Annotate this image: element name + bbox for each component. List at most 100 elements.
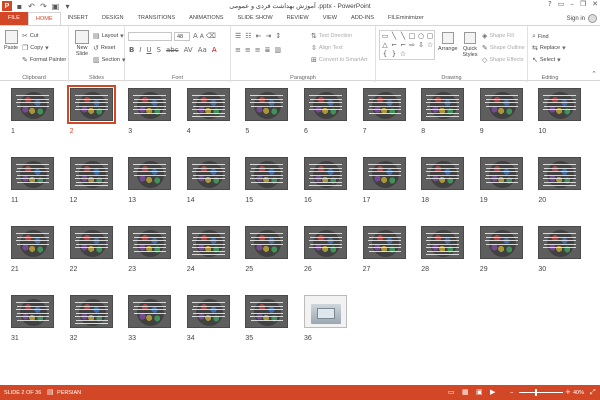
language-indicator[interactable]: PERSIAN	[57, 390, 81, 396]
zoom-slider[interactable]	[519, 392, 563, 393]
slide-thumbnail[interactable]	[128, 226, 172, 259]
zoom-out-icon[interactable]: –	[510, 388, 514, 396]
slide-thumbnail[interactable]	[304, 157, 347, 190]
elbow-connector-icon[interactable]: ⌐	[399, 41, 407, 49]
shrink-font-icon[interactable]: A	[200, 33, 204, 40]
align-center-icon[interactable]: ≡	[245, 46, 251, 54]
char-spacing-icon[interactable]: AV	[184, 46, 193, 54]
align-left-icon[interactable]: ≡	[235, 46, 241, 54]
format-painter-button[interactable]: ✎ Format Painter	[22, 56, 66, 64]
tab-design[interactable]: DESIGN	[95, 12, 130, 25]
slide-thumbnail[interactable]	[362, 157, 406, 190]
layout-button[interactable]: ▤ Layout ▾	[93, 32, 124, 40]
slide-thumbnail[interactable]	[421, 88, 465, 121]
reading-view-icon[interactable]: ▣	[476, 388, 483, 396]
slide-thumbnail[interactable]	[69, 157, 113, 190]
slide-thumbnail[interactable]	[304, 88, 347, 121]
slide-thumbnail[interactable]	[245, 295, 289, 328]
fit-slide-icon[interactable]: ⤢	[590, 388, 596, 397]
sign-in-link[interactable]: Sign in	[567, 16, 585, 22]
slideshow-view-icon[interactable]: ▶	[490, 388, 495, 396]
paste-button[interactable]: Paste	[4, 30, 18, 51]
line-spacing-icon[interactable]: ↕	[275, 32, 281, 40]
tab-view[interactable]: VIEW	[316, 12, 344, 25]
slide-thumbnail[interactable]	[11, 157, 54, 190]
minimize-icon[interactable]: –	[570, 0, 574, 8]
font-name-combo[interactable]	[128, 32, 172, 41]
shape-outline-button[interactable]: ✎ Shape Outline	[482, 44, 525, 52]
slide-thumbnail[interactable]	[69, 226, 113, 259]
slide-thumbnail[interactable]	[304, 295, 347, 328]
avatar[interactable]	[588, 14, 597, 23]
slide-thumbnail[interactable]	[69, 295, 113, 328]
slide-thumbnail[interactable]	[128, 157, 172, 190]
change-case-icon[interactable]: Aa	[198, 46, 207, 54]
zoom-level[interactable]: 40%	[573, 390, 584, 396]
new-slide-button[interactable]: New Slide	[73, 30, 91, 57]
shapes-gallery[interactable]: ▭ ╲ ╲ □ ○ ▢ △ ⌐ ⌐ ⇨ ⇩ ☆ { } ☆	[379, 30, 435, 60]
select-button[interactable]: ↖ Select ▾	[532, 56, 561, 64]
grow-font-icon[interactable]: A	[193, 32, 198, 40]
decrease-indent-icon[interactable]: ⇤	[256, 32, 262, 40]
slide-thumbnail[interactable]	[245, 226, 289, 259]
restore-icon[interactable]: ❐	[580, 0, 586, 8]
replace-button[interactable]: ⇆ Replace ▾	[532, 44, 566, 52]
slide-thumbnail[interactable]	[11, 88, 54, 121]
slide-thumbnail[interactable]	[479, 88, 523, 121]
normal-view-icon[interactable]: ▭	[448, 388, 455, 396]
close-icon[interactable]: ✕	[592, 0, 598, 8]
reset-button[interactable]: ↺ Reset	[93, 44, 115, 52]
slide-thumbnail[interactable]	[362, 88, 406, 121]
slide-thumbnail[interactable]	[128, 88, 172, 121]
clear-formatting-icon[interactable]: ⌫	[206, 32, 216, 40]
right-arrow-shape-icon[interactable]: ⇨	[408, 41, 416, 49]
bullets-icon[interactable]: ☰	[235, 32, 241, 40]
rounded-rect-shape-icon[interactable]: ▢	[426, 32, 434, 40]
collapse-ribbon-icon[interactable]: ⌃	[591, 70, 597, 78]
numbering-icon[interactable]: ☷	[245, 32, 251, 40]
strikethrough-icon[interactable]: abc	[166, 46, 179, 54]
brace-shape-icon[interactable]: }	[390, 50, 398, 58]
slide-thumbnail[interactable]	[304, 226, 347, 259]
brace-shape-icon[interactable]: {	[381, 50, 389, 58]
copy-button[interactable]: ❐ Copy ▾	[22, 44, 49, 52]
slide-thumbnail[interactable]	[538, 157, 582, 190]
line-shape-icon[interactable]: ╲	[390, 32, 398, 40]
underline-icon[interactable]: U	[146, 46, 151, 54]
arrange-button[interactable]: Arrange	[438, 32, 458, 52]
help-icon[interactable]: ?	[548, 0, 552, 8]
zoom-in-icon[interactable]: +	[565, 388, 571, 396]
slide-thumbnail[interactable]	[479, 226, 523, 259]
slide-thumbnail[interactable]	[538, 88, 582, 121]
line-shape-icon[interactable]: ╲	[399, 32, 407, 40]
elbow-connector-icon[interactable]: ⌐	[390, 41, 398, 49]
shape-fill-button[interactable]: ◈ Shape Fill	[482, 32, 514, 40]
star-shape-icon[interactable]: ☆	[426, 41, 434, 49]
columns-icon[interactable]: ▥	[275, 46, 282, 54]
tab-home[interactable]: HOME	[27, 12, 61, 25]
quick-styles-button[interactable]: Quick Styles	[461, 32, 479, 58]
tab-animations[interactable]: ANIMATIONS	[182, 12, 230, 25]
bold-icon[interactable]: B	[129, 46, 134, 54]
slide-thumbnail[interactable]	[186, 226, 230, 259]
slide-thumbnail[interactable]	[128, 295, 172, 328]
tab-file[interactable]: FILE	[0, 12, 28, 25]
italic-icon[interactable]: I	[139, 46, 141, 54]
convert-smartart-button[interactable]: ⊞ Convert to SmartArt	[311, 56, 367, 64]
tab-review[interactable]: REVIEW	[280, 12, 316, 25]
slide-thumbnail[interactable]	[362, 226, 406, 259]
textbox-shape-icon[interactable]: ▭	[381, 32, 389, 40]
section-button[interactable]: ▥ Section ▾	[93, 56, 126, 64]
slide-thumbnail[interactable]	[186, 295, 230, 328]
tab-add-ins[interactable]: ADD-INS	[344, 12, 381, 25]
tab-transitions[interactable]: TRANSITIONS	[130, 12, 182, 25]
slide-sorter-view-icon[interactable]: ▦	[462, 388, 469, 396]
slide-thumbnail[interactable]	[11, 226, 54, 259]
align-right-icon[interactable]: ≡	[255, 46, 261, 54]
slide-thumbnail[interactable]	[186, 88, 230, 121]
slide-thumbnail[interactable]	[11, 295, 54, 328]
justify-icon[interactable]: ≣	[265, 46, 271, 54]
rectangle-shape-icon[interactable]: □	[408, 32, 416, 40]
font-color-icon[interactable]: A	[212, 46, 217, 54]
tab-insert[interactable]: INSERT	[61, 12, 95, 25]
